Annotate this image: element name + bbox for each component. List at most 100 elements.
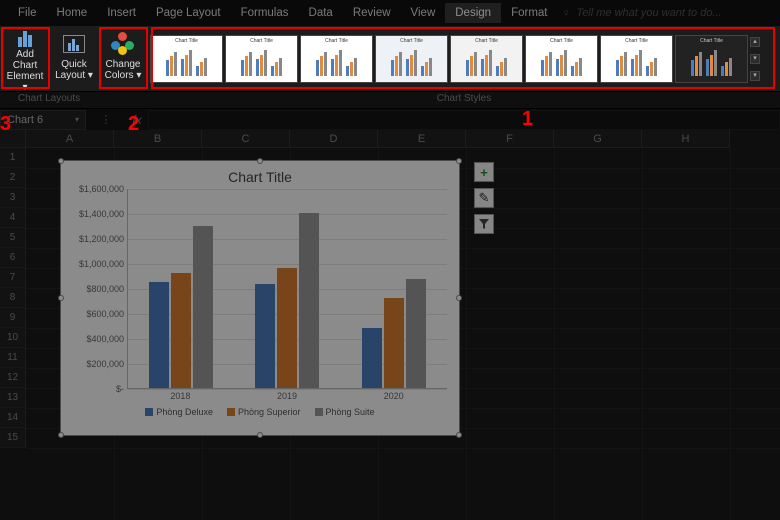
resize-handle[interactable] xyxy=(456,295,462,301)
row-header[interactable]: 5 xyxy=(0,228,26,248)
menu-file[interactable]: File xyxy=(8,3,47,23)
bar-Phòng-Superior[interactable] xyxy=(277,268,297,388)
bar-Phòng-Superior[interactable] xyxy=(171,273,191,388)
embedded-chart[interactable]: Chart Title $-$200,000$400,000$600,000$8… xyxy=(60,160,460,436)
resize-handle[interactable] xyxy=(58,158,64,164)
chart-style-7[interactable]: Chart Title xyxy=(600,35,673,83)
menu-format[interactable]: Format xyxy=(501,3,557,23)
menu-view[interactable]: View xyxy=(401,3,446,23)
x-tick-label: 2019 xyxy=(234,391,341,401)
chart-styles-button[interactable]: ✎ xyxy=(474,188,494,208)
menu-insert[interactable]: Insert xyxy=(97,3,146,23)
chart-filters-button[interactable] xyxy=(474,214,494,234)
chart-style-3[interactable]: Chart Title xyxy=(300,35,373,83)
col-header-H[interactable]: H xyxy=(642,130,730,148)
row-header[interactable]: 9 xyxy=(0,308,26,328)
spreadsheet-grid: A B C D E F G H 1 2 3 4 5 6 7 8 9 10 11 … xyxy=(0,130,780,520)
resize-handle[interactable] xyxy=(257,432,263,438)
row-header[interactable]: 8 xyxy=(0,288,26,308)
annotation-1: 1 xyxy=(522,108,533,131)
name-box-expand[interactable]: ⋮ xyxy=(86,113,126,126)
resize-handle[interactable] xyxy=(58,432,64,438)
formula-bar[interactable] xyxy=(148,110,780,130)
style-gallery-more[interactable]: ▾ xyxy=(750,71,760,81)
chart-style-8[interactable]: Chart Title xyxy=(675,35,748,83)
chart-style-5[interactable]: Chart Title xyxy=(450,35,523,83)
quick-layout-icon xyxy=(60,31,88,57)
menu-formulas[interactable]: Formulas xyxy=(231,3,299,23)
col-header-E[interactable]: E xyxy=(378,130,466,148)
row-header[interactable]: 14 xyxy=(0,408,26,428)
row-header[interactable]: 11 xyxy=(0,348,26,368)
tell-me-search[interactable]: Tell me what you want to do... xyxy=(576,7,721,19)
ribbon-group-quick-layout: Quick Layout ▾ xyxy=(50,26,98,91)
chart-elements-button[interactable]: + xyxy=(474,162,494,182)
row-header[interactable]: 3 xyxy=(0,188,26,208)
menu-design[interactable]: Design xyxy=(445,3,501,23)
chart-style-4[interactable]: Chart Title xyxy=(375,35,448,83)
col-header-C[interactable]: C xyxy=(202,130,290,148)
bar-Phòng-Suite[interactable] xyxy=(193,226,213,389)
chart-style-1[interactable]: Chart Title xyxy=(150,35,223,83)
bar-Phòng-Suite[interactable] xyxy=(299,213,319,388)
row-header[interactable]: 12 xyxy=(0,368,26,388)
menu-data[interactable]: Data xyxy=(299,3,343,23)
chart-plot-area[interactable]: $-$200,000$400,000$600,000$800,000$1,000… xyxy=(127,189,447,389)
lightbulb-icon: ♀ xyxy=(561,6,570,20)
bar-Phòng-Superior[interactable] xyxy=(384,298,404,388)
row-header[interactable]: 4 xyxy=(0,208,26,228)
bar-Phòng-Deluxe[interactable] xyxy=(149,282,169,388)
ribbon-design: Add Chart Element ▾ Quick Layout ▾ xyxy=(0,26,780,92)
legend-entry[interactable]: Phòng Suite xyxy=(315,407,375,417)
x-tick-label: 2018 xyxy=(127,391,234,401)
col-header-A[interactable]: A xyxy=(26,130,114,148)
style-gallery-spinner: ▴ ▾ ▾ xyxy=(750,35,760,83)
change-colors-button[interactable]: Change Colors ▾ xyxy=(105,29,142,89)
legend-entry[interactable]: Phòng Superior xyxy=(227,407,301,417)
change-colors-icon xyxy=(109,31,137,57)
bar-Phòng-Suite[interactable] xyxy=(406,279,426,388)
row-header[interactable]: 15 xyxy=(0,428,26,448)
menu-review[interactable]: Review xyxy=(343,3,401,23)
resize-handle[interactable] xyxy=(456,432,462,438)
y-tick-label: $1,400,000 xyxy=(68,209,124,219)
name-box[interactable]: Chart 6 ▾ xyxy=(0,110,86,130)
chart-style-6[interactable]: Chart Title xyxy=(525,35,598,83)
y-tick-label: $- xyxy=(68,384,124,394)
chart-styles-gallery: Chart Title Chart Title Chart Title xyxy=(148,26,780,91)
ribbon-group-change-colors: Change Colors ▾ xyxy=(98,26,148,91)
y-tick-label: $1,600,000 xyxy=(68,184,124,194)
chevron-down-icon: ▾ xyxy=(75,115,79,124)
bar-Phòng-Deluxe[interactable] xyxy=(362,328,382,388)
formula-bar-row: Chart 6 ▾ ⋮ fx xyxy=(0,108,780,130)
x-tick-label: 2020 xyxy=(340,391,447,401)
chart-side-buttons: + ✎ xyxy=(474,162,494,234)
cells-area[interactable]: Chart Title $-$200,000$400,000$600,000$8… xyxy=(26,148,780,520)
column-headers: A B C D E F G H xyxy=(0,130,780,148)
annotation-3: 3 xyxy=(0,113,11,136)
row-header[interactable]: 2 xyxy=(0,168,26,188)
resize-handle[interactable] xyxy=(456,158,462,164)
style-gallery-up[interactable]: ▴ xyxy=(750,37,760,47)
resize-handle[interactable] xyxy=(257,158,263,164)
legend-entry[interactable]: Phòng Deluxe xyxy=(145,407,213,417)
col-header-D[interactable]: D xyxy=(290,130,378,148)
chart-style-2[interactable]: Chart Title xyxy=(225,35,298,83)
add-chart-element-button[interactable]: Add Chart Element ▾ xyxy=(4,29,46,89)
col-header-F[interactable]: F xyxy=(466,130,554,148)
row-header[interactable]: 1 xyxy=(0,148,26,168)
col-header-G[interactable]: G xyxy=(554,130,642,148)
row-header[interactable]: 6 xyxy=(0,248,26,268)
row-header[interactable]: 7 xyxy=(0,268,26,288)
quick-layout-button[interactable]: Quick Layout ▾ xyxy=(55,29,93,89)
style-gallery-down[interactable]: ▾ xyxy=(750,54,760,64)
row-header[interactable]: 10 xyxy=(0,328,26,348)
menu-page-layout[interactable]: Page Layout xyxy=(146,3,231,23)
bar-Phòng-Deluxe[interactable] xyxy=(255,284,275,388)
resize-handle[interactable] xyxy=(58,295,64,301)
name-box-value: Chart 6 xyxy=(7,114,43,126)
menu-home[interactable]: Home xyxy=(47,3,98,23)
y-tick-label: $600,000 xyxy=(68,309,124,319)
row-header[interactable]: 13 xyxy=(0,388,26,408)
chart-legend[interactable]: Phòng Deluxe Phòng Superior Phòng Suite xyxy=(61,401,459,423)
